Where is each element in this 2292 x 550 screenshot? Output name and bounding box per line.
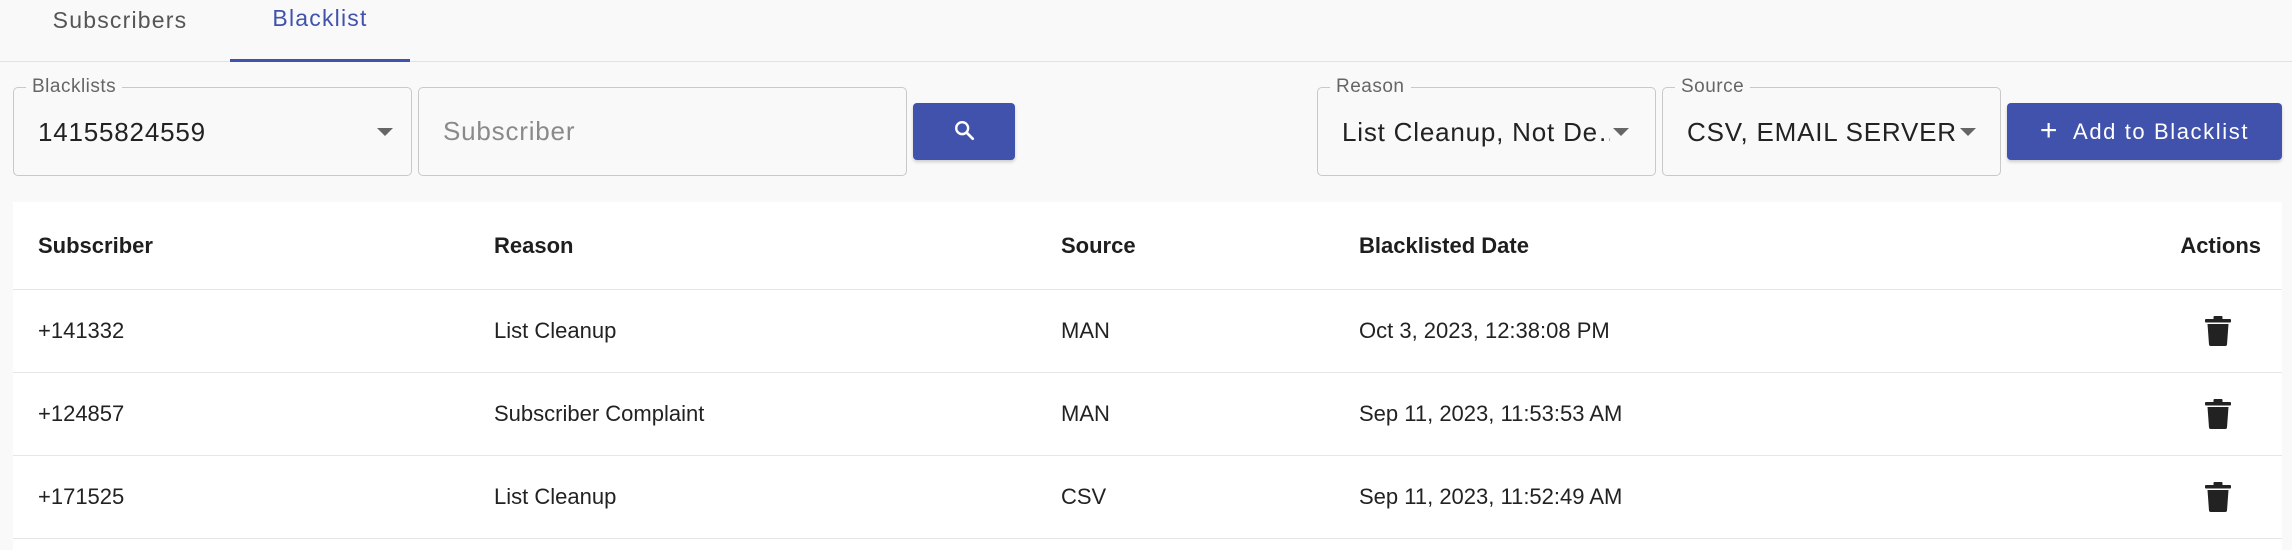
source-select[interactable]: Source CSV, EMAIL SERVER,… (1662, 76, 2001, 176)
table-row: +141332 List Cleanup MAN Oct 3, 2023, 12… (13, 290, 2282, 373)
source-cell: CSV (1061, 484, 1107, 509)
reason-cell: List Cleanup (494, 484, 617, 509)
date-cell: Sep 11, 2023, 11:52:49 AM (1359, 484, 1623, 509)
search-icon (953, 119, 975, 144)
trash-icon[interactable] (2203, 290, 2233, 372)
caret-down-icon (1613, 128, 1629, 136)
tab-blacklist[interactable]: Blacklist (230, 0, 410, 62)
column-header-source[interactable]: Source (1061, 202, 1136, 289)
table-row: +124857 Subscriber Complaint MAN Sep 11,… (13, 373, 2282, 456)
subscriber-cell: +171525 (38, 484, 125, 509)
column-header-reason[interactable]: Reason (494, 202, 573, 289)
tab-bar: Subscribers Blacklist (0, 0, 2292, 62)
column-header-blacklisted-date[interactable]: Blacklisted Date (1359, 202, 1529, 289)
table-header-row: Subscriber Reason Source Blacklisted Dat… (13, 202, 2282, 290)
trash-icon[interactable] (2203, 373, 2233, 455)
source-cell: MAN (1061, 401, 1110, 426)
subscriber-search-input[interactable] (418, 87, 907, 176)
reason-select[interactable]: Reason List Cleanup, Not De… (1317, 76, 1656, 176)
plus-icon: + (2039, 113, 2060, 147)
date-cell: Sep 11, 2023, 11:53:53 AM (1359, 401, 1623, 426)
column-header-actions: Actions (2180, 232, 2261, 258)
add-to-blacklist-button[interactable]: + Add to Blacklist (2007, 103, 2282, 160)
subscriber-cell: +124857 (38, 401, 125, 426)
column-header-subscriber[interactable]: Subscriber (38, 202, 153, 289)
source-cell: MAN (1061, 318, 1110, 343)
reason-value: List Cleanup, Not De… (1342, 117, 1610, 147)
reason-cell: Subscriber Complaint (494, 401, 705, 426)
blacklists-select[interactable]: Blacklists 14155824559 (13, 76, 412, 176)
blacklists-value: 14155824559 (38, 117, 206, 147)
caret-down-icon (377, 128, 393, 136)
search-button[interactable] (913, 103, 1015, 160)
date-cell: Oct 3, 2023, 12:38:08 PM (1359, 318, 1610, 343)
source-value: CSV, EMAIL SERVER,… (1687, 117, 1955, 147)
caret-down-icon (1960, 128, 1976, 136)
subscriber-cell: +141332 (38, 318, 125, 343)
add-to-blacklist-label: Add to Blacklist (2073, 118, 2250, 144)
tab-subscribers[interactable]: Subscribers (14, 0, 226, 62)
trash-icon[interactable] (2203, 456, 2233, 538)
table-row: +171525 List Cleanup CSV Sep 11, 2023, 1… (13, 456, 2282, 539)
blacklist-table: Subscriber Reason Source Blacklisted Dat… (13, 202, 2282, 550)
reason-cell: List Cleanup (494, 318, 617, 343)
